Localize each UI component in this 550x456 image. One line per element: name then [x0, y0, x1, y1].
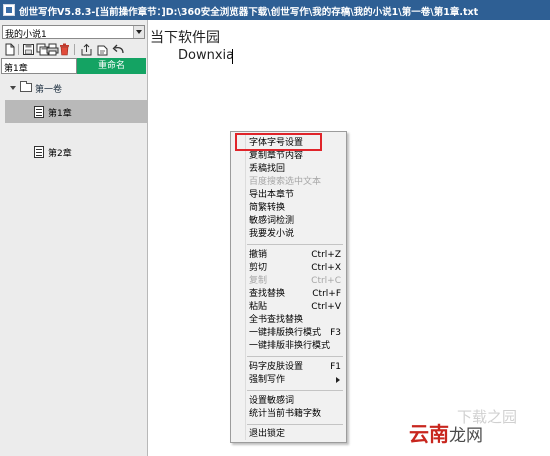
app-icon: [3, 4, 15, 16]
watermark-brand-text: 云南: [409, 422, 449, 446]
delete-icon[interactable]: [58, 43, 71, 56]
menu-item-label: 敏感词检测: [249, 216, 295, 226]
menu-item-shortcut: Ctrl+C: [311, 276, 341, 286]
chevron-down-icon[interactable]: [133, 26, 144, 38]
toolbar-divider: [18, 44, 19, 55]
menu-item-exit-lock[interactable]: 退出锁定: [232, 428, 345, 440]
menu-item-label: 丢稿找回: [249, 164, 286, 174]
share-icon[interactable]: [96, 43, 109, 56]
menu-item-cut[interactable]: 剪切 Ctrl+X: [232, 262, 345, 274]
menu-item-label: 我要发小说: [249, 229, 295, 239]
menu-item-export-chapter[interactable]: 导出本章节: [232, 189, 345, 201]
text-caret: [232, 49, 233, 64]
menu-item-copy-chapter[interactable]: 复制章节内容: [232, 150, 345, 162]
menu-item-book-find-replace[interactable]: 全书查找替换: [232, 314, 345, 326]
new-document-icon[interactable]: [3, 43, 16, 56]
watermark: 下载之园 云南龙网: [405, 404, 545, 454]
menu-separator: [247, 356, 343, 357]
book-select-value: 我的小说1: [5, 30, 47, 40]
chapter-label: 第1章: [48, 109, 72, 119]
menu-item-label: 撤销: [249, 250, 268, 260]
menu-item-shortcut: F1: [330, 362, 341, 372]
menu-item-label: 复制: [249, 276, 268, 286]
book-select[interactable]: 我的小说1: [2, 25, 145, 40]
menu-item-label: 设置敏感词: [249, 396, 295, 406]
menu-item-label: 一键排版换行模式: [249, 328, 322, 338]
title-bar: 创世写作V5.8.3-[当前操作章节：]D:\360安全浏览器下载\创世写作\我…: [0, 0, 550, 20]
menu-item-word-count[interactable]: 统计当前书籍字数: [232, 408, 345, 420]
submenu-arrow-icon: [336, 377, 340, 383]
menu-item-label: 复制章节内容: [249, 151, 304, 161]
menu-item-format-linebreak[interactable]: 一键排版换行模式 F3: [232, 327, 345, 339]
menu-item-paste[interactable]: 粘贴 Ctrl+V: [232, 301, 345, 313]
chapter-name-input[interactable]: 第1章: [1, 58, 77, 74]
menu-item-convert-simplified[interactable]: 简繁转换: [232, 202, 345, 214]
menu-item-label: 一键排版非换行模式: [249, 341, 331, 351]
menu-separator: [247, 390, 343, 391]
toolbar-divider: [74, 44, 75, 55]
window-title: 创世写作V5.8.3-[当前操作章节：]D:\360安全浏览器下载\创世写作\我…: [19, 7, 479, 18]
expand-arrow-icon[interactable]: [10, 86, 16, 90]
export-icon[interactable]: [80, 43, 93, 56]
editor-line: 当下软件园: [150, 30, 220, 46]
watermark-logo: 云南龙网: [409, 418, 483, 447]
menu-item-label: 强制写作: [249, 375, 286, 385]
text-editor[interactable]: 当下软件园 Downxia: [148, 20, 550, 456]
menu-item-sensitive-check[interactable]: 敏感词检测: [232, 215, 345, 227]
menu-item-label: 全书查找替换: [249, 315, 304, 325]
watermark-site-text: 网: [466, 426, 483, 446]
menu-item-label: 码字皮肤设置: [249, 362, 304, 372]
menu-item-skin-settings[interactable]: 码字皮肤设置 F1: [232, 361, 345, 373]
menu-item-shortcut: F3: [330, 328, 341, 338]
tree-chapter[interactable]: 第1章: [5, 100, 147, 123]
menu-item-label: 百度搜索选中文本: [249, 177, 322, 187]
folder-icon: [20, 81, 32, 92]
menu-item-label: 粘贴: [249, 302, 268, 312]
save-icon[interactable]: [22, 43, 35, 56]
menu-item-format-no-linebreak[interactable]: 一键排版非换行模式: [232, 340, 345, 352]
rename-button[interactable]: 重命名: [77, 58, 146, 74]
menu-separator: [247, 244, 343, 245]
menu-item-baidu-search[interactable]: 百度搜索选中文本: [232, 176, 345, 188]
watermark-dragon-text: 龙: [449, 426, 466, 446]
menu-item-label: 退出锁定: [249, 429, 286, 439]
sidebar-toolbar: [0, 43, 148, 57]
editor-line: Downxia: [178, 48, 235, 63]
undo-icon[interactable]: [112, 43, 125, 56]
document-icon: [34, 106, 44, 118]
menu-item-label: 简繁转换: [249, 203, 286, 213]
menu-item-label: 统计当前书籍字数: [249, 409, 322, 419]
menu-item-recover-draft[interactable]: 丢稿找回: [232, 163, 345, 175]
menu-item-set-sensitive-words[interactable]: 设置敏感词: [232, 395, 345, 407]
menu-item-find-replace[interactable]: 查找替换 Ctrl+F: [232, 288, 345, 300]
menu-item-undo[interactable]: 撤销 Ctrl+Z: [232, 249, 345, 261]
menu-item-label: 剪切: [249, 263, 268, 273]
menu-item-copy[interactable]: 复制 Ctrl+C: [232, 275, 345, 287]
menu-item-publish-novel[interactable]: 我要发小说: [232, 228, 345, 240]
menu-separator: [247, 424, 343, 425]
sidebar: 我的小说1 第1章 重命名 第一卷 第1章 第2章: [0, 20, 148, 456]
chapter-name-value: 第1章: [4, 64, 28, 74]
menu-item-label: 导出本章节: [249, 190, 295, 200]
document-icon: [34, 146, 44, 158]
volume-label: 第一卷: [35, 85, 63, 95]
menu-item-shortcut: Ctrl+X: [311, 263, 341, 273]
menu-item-shortcut: Ctrl+V: [311, 302, 341, 312]
chapter-label: 第2章: [48, 149, 72, 159]
menu-item-shortcut: Ctrl+F: [312, 289, 341, 299]
tree-volume[interactable]: 第一卷: [0, 80, 147, 96]
menu-item-label: 查找替换: [249, 289, 286, 299]
menu-item-forced-writing[interactable]: 强制写作: [232, 374, 345, 386]
context-menu: 字体字号设置 复制章节内容 丢稿找回 百度搜索选中文本 导出本章节 简繁转换 敏…: [230, 131, 347, 443]
tree-chapter[interactable]: 第2章: [5, 140, 147, 163]
menu-item-shortcut: Ctrl+Z: [311, 250, 341, 260]
highlight-box: [235, 133, 322, 151]
